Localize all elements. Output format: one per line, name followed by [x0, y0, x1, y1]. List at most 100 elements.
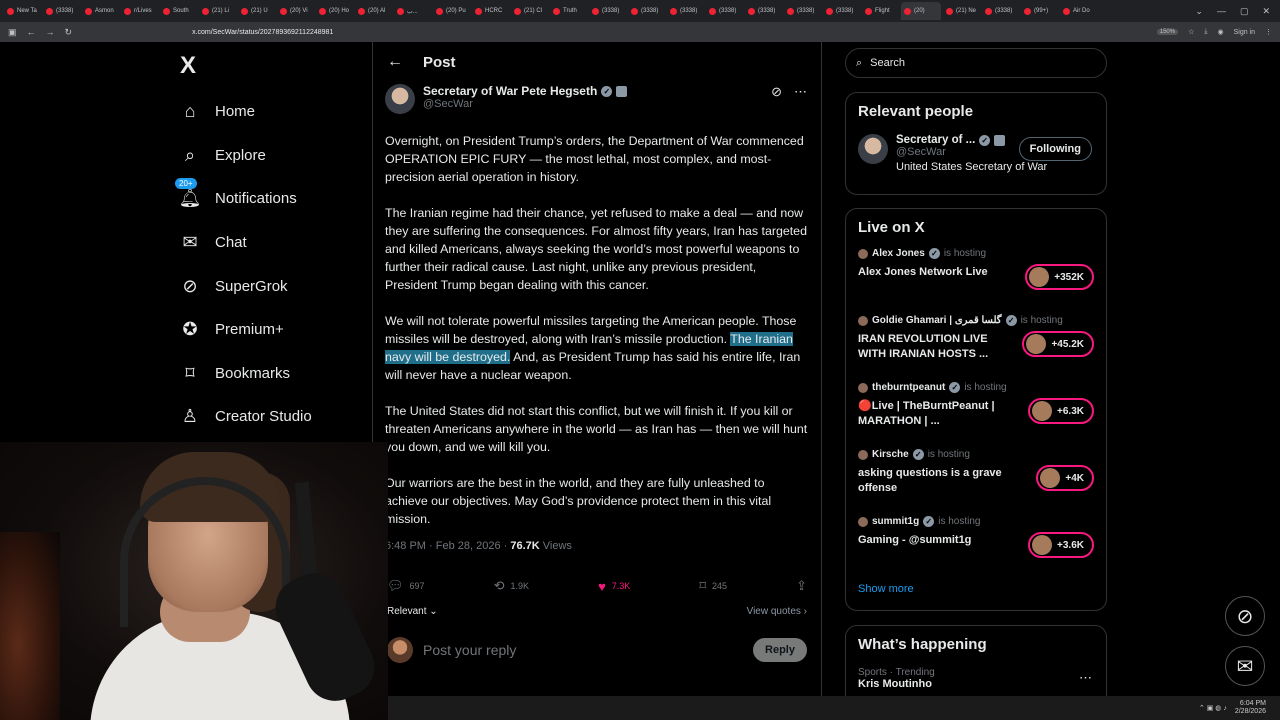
show-more-link[interactable]: Show more: [858, 583, 1094, 595]
host-name[interactable]: summit1g: [872, 516, 919, 527]
close-window-icon[interactable]: ✕: [1262, 6, 1270, 17]
live-title[interactable]: IRAN REVOLUTION LIVE WITH IRANIAN HOSTS …: [858, 332, 1008, 362]
author-name[interactable]: Secretary of War Pete Hegseth: [423, 84, 597, 98]
browser-tab[interactable]: Air Do: [1060, 2, 1097, 20]
bookmark-stat[interactable]: ⌑ 245: [699, 578, 727, 594]
browser-tab[interactable]: (20): [901, 2, 941, 20]
search-input[interactable]: ⌕ Search: [845, 48, 1107, 78]
browser-tab[interactable]: (21) Cl: [511, 2, 548, 20]
browser-tab[interactable]: (99+): [1021, 2, 1058, 20]
nav-item-premium[interactable]: ✪ Premium+: [170, 308, 370, 352]
browser-tab[interactable]: (3338): [745, 2, 782, 20]
live-title[interactable]: Alex Jones Network Live: [858, 265, 1008, 280]
browser-tab[interactable]: ب...: [394, 2, 431, 20]
browser-tab[interactable]: (3338): [667, 2, 704, 20]
forward-icon[interactable]: →: [46, 27, 55, 37]
host-name[interactable]: Alex Jones: [872, 248, 925, 259]
system-clock[interactable]: 6:04 PM 2/28/2026: [1235, 700, 1266, 716]
timestamp[interactable]: 6:48 PM · Feb 28, 2026 ·: [385, 540, 510, 552]
menu-icon[interactable]: ⋮: [1265, 28, 1272, 36]
live-title[interactable]: Gaming - @summit1g: [858, 533, 1008, 548]
browser-tab[interactable]: South: [160, 2, 197, 20]
browser-tab[interactable]: Truth: [550, 2, 587, 20]
live-item[interactable]: Kirsche ✓ is hosting asking questions is a …: [858, 449, 1094, 516]
avatar[interactable]: [385, 84, 415, 114]
reply-stat[interactable]: 💬︎ 697: [387, 578, 425, 594]
nav-item-notifications[interactable]: 🔔︎ 20+ Notifications: [170, 177, 370, 221]
live-item[interactable]: Goldie Ghamari | گلسا قمری ✓ is hosting IRA…: [858, 315, 1094, 382]
listener-pill[interactable]: +352K: [1025, 264, 1094, 290]
browser-tab[interactable]: (20) Pu: [433, 2, 470, 20]
star-icon[interactable]: ☆: [1188, 28, 1194, 36]
following-button[interactable]: Following: [1018, 137, 1092, 161]
back-icon[interactable]: ←: [27, 27, 36, 37]
browser-tab[interactable]: (3338): [628, 2, 665, 20]
reply-input[interactable]: Post your reply: [423, 642, 743, 658]
url-field[interactable]: x.com/SecWar/status/2027893692112248981: [192, 29, 333, 36]
zoom-badge[interactable]: 150%: [1156, 29, 1179, 35]
listener-pill[interactable]: +4K: [1036, 465, 1094, 491]
tray-icons[interactable]: ⌃ ▣ ◍ ♪: [1199, 704, 1227, 712]
browser-tab[interactable]: (3338): [706, 2, 743, 20]
messages-fab-button[interactable]: ✉: [1225, 646, 1265, 686]
grok-fab-button[interactable]: ⊘: [1225, 596, 1265, 636]
sort-dropdown[interactable]: Relevant ⌄: [387, 606, 438, 617]
nav-item-creator-studio[interactable]: ♙ Creator Studio: [170, 395, 370, 439]
profile-icon[interactable]: ◉: [1217, 28, 1223, 36]
minimize-icon[interactable]: —: [1217, 6, 1226, 17]
like-stat[interactable]: ♥ 7.3K: [598, 579, 630, 594]
sidebar-toggle-icon[interactable]: ▣: [8, 27, 17, 38]
author-handle[interactable]: @SecWar: [423, 98, 627, 110]
browser-tab[interactable]: r/Lives: [121, 2, 158, 20]
live-item[interactable]: summit1g ✓ is hosting Gaming - @summit1g +3.…: [858, 516, 1094, 583]
host-name[interactable]: Goldie Ghamari | گلسا قمری: [872, 315, 1002, 326]
tab-menu-icon[interactable]: ⌄: [1195, 6, 1203, 17]
signin-button[interactable]: Sign in: [1234, 29, 1255, 36]
repost-stat[interactable]: ⟲ 1.9K: [494, 578, 529, 594]
host-name[interactable]: theburntpeanut: [872, 382, 945, 393]
browser-tab[interactable]: (21) Ne: [943, 2, 980, 20]
trend-topic[interactable]: Kris Moutinho: [858, 678, 1094, 690]
x-logo[interactable]: X: [180, 52, 370, 90]
browser-tab[interactable]: New Ta: [4, 2, 41, 20]
live-title[interactable]: asking questions is a grave offense: [858, 466, 1008, 496]
browser-tab[interactable]: (3338): [43, 2, 80, 20]
share-stat[interactable]: ⇪: [796, 578, 807, 594]
host-name[interactable]: Kirsche: [872, 449, 909, 460]
live-item[interactable]: theburntpeanut ✓ is hosting 🔴Live | TheBurn…: [858, 382, 1094, 449]
browser-tab[interactable]: (21) Li: [199, 2, 236, 20]
browser-tab[interactable]: (20) Vi: [277, 2, 314, 20]
browser-tab[interactable]: (3338): [784, 2, 821, 20]
nav-item-explore[interactable]: ⌕ Explore: [170, 134, 370, 178]
browser-tab[interactable]: (20) Al: [355, 2, 392, 20]
reload-icon[interactable]: ↻: [65, 27, 73, 38]
grok-icon[interactable]: ⊘: [771, 84, 782, 100]
live-title[interactable]: 🔴Live | TheBurntPeanut | MARATHON | ...: [858, 399, 1008, 429]
browser-tab[interactable]: Flight: [862, 2, 899, 20]
listener-pill[interactable]: +6.3K: [1028, 398, 1094, 424]
browser-tab[interactable]: Asmon: [82, 2, 119, 20]
browser-tab[interactable]: (20) Ho: [316, 2, 353, 20]
relevant-person[interactable]: Secretary of ... ✓ @SecWar United States…: [858, 134, 1094, 173]
nav-item-bookmarks[interactable]: ⌑ Bookmarks: [170, 352, 370, 396]
maximize-icon[interactable]: ▢: [1240, 6, 1249, 17]
browser-tab[interactable]: HCRC: [472, 2, 509, 20]
more-icon[interactable]: ⋯: [794, 84, 807, 100]
reply-button[interactable]: Reply: [753, 638, 807, 662]
back-arrow-icon[interactable]: ←: [387, 53, 403, 71]
listener-pill[interactable]: +45.2K: [1022, 331, 1094, 357]
avatar[interactable]: [858, 134, 888, 164]
browser-tab[interactable]: (3338): [982, 2, 1019, 20]
person-name[interactable]: Secretary of ...: [896, 134, 975, 146]
view-quotes-link[interactable]: View quotes ›: [747, 606, 807, 617]
live-item[interactable]: Alex Jones ✓ is hosting Alex Jones Network …: [858, 248, 1094, 315]
nav-item-supergrok[interactable]: ⊘ SuperGrok: [170, 264, 370, 308]
listener-pill[interactable]: +3.6K: [1028, 532, 1094, 558]
nav-item-chat[interactable]: ✉ Chat: [170, 221, 370, 265]
more-icon[interactable]: ⋯: [1079, 670, 1092, 686]
browser-tab[interactable]: (21) U: [238, 2, 275, 20]
download-icon[interactable]: ⤓: [1204, 28, 1207, 36]
browser-tab[interactable]: (3338): [823, 2, 860, 20]
nav-item-home[interactable]: ⌂ Home: [170, 90, 370, 134]
browser-tab[interactable]: (3338): [589, 2, 626, 20]
